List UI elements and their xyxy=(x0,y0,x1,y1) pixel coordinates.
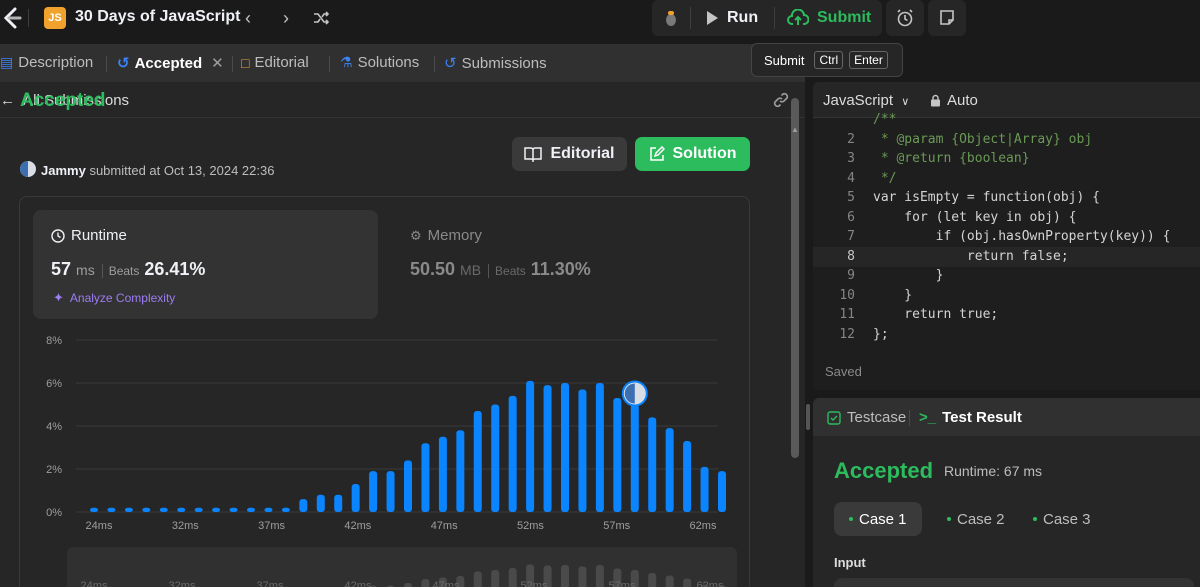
timer-button[interactable] xyxy=(886,0,924,36)
cloud-upload-icon xyxy=(787,9,809,25)
code-line[interactable]: /** xyxy=(813,110,1200,130)
preview-bar xyxy=(648,573,657,587)
panel-scrollbar[interactable] xyxy=(791,98,799,458)
preview-tick-label: 32ms xyxy=(169,580,196,587)
language-label: JavaScript xyxy=(823,92,894,109)
line-code: }; xyxy=(873,326,889,342)
preview-tick-label: 24ms xyxy=(81,580,108,587)
kbd-enter: Enter xyxy=(849,51,888,69)
chart-range-preview: 24ms 32ms 37ms 42ms 47ms 52ms 57ms 62ms xyxy=(81,564,726,587)
line-code: } xyxy=(873,287,913,303)
case-3-tab[interactable]: Case 3 xyxy=(1018,502,1106,536)
code-line[interactable]: 2 * @param {Object|Array} obj xyxy=(813,130,1200,150)
code-line[interactable]: 12}; xyxy=(813,325,1200,345)
line-code: return true; xyxy=(873,307,999,322)
code-line[interactable]: 7 if (obj.hasOwnProperty(key)) { xyxy=(813,227,1200,247)
scroll-up-icon[interactable]: ▲ xyxy=(791,125,799,134)
preview-bar xyxy=(491,570,500,587)
line-number: 3 xyxy=(847,151,855,166)
line-code: if (obj.hasOwnProperty(key)) { xyxy=(873,229,1171,244)
preview-tick-label: 57ms xyxy=(609,580,636,587)
case-1-tab[interactable]: Case 1 xyxy=(834,502,922,536)
code-line[interactable]: 5 var isEmpty = function(obj) { xyxy=(813,188,1200,208)
preview-bar xyxy=(578,566,587,587)
code-line[interactable]: 3 * @return {boolean} xyxy=(813,149,1200,169)
line-number: 4 xyxy=(847,170,855,186)
notes-button[interactable] xyxy=(928,0,966,36)
kbd-ctrl: Ctrl xyxy=(814,51,844,69)
submit-label: Submit xyxy=(817,9,872,26)
line-number: 5 xyxy=(847,190,855,205)
preview-tick-label: 47ms xyxy=(433,580,460,587)
preview-bar xyxy=(561,565,569,587)
lock-icon xyxy=(931,94,940,107)
preview-tick-label: 42ms xyxy=(345,580,372,587)
tab-testcase[interactable]: Testcase xyxy=(827,409,906,426)
language-select[interactable]: JavaScript ∨ xyxy=(823,92,909,109)
mode-label: Auto xyxy=(947,92,978,109)
preview-bar xyxy=(404,583,412,587)
case-2-tab[interactable]: Case 2 xyxy=(932,502,1020,536)
panel-resize-handle[interactable] xyxy=(806,404,810,430)
line-code: var isEmpty = function(obj) { xyxy=(873,190,1100,205)
code-line[interactable]: 8 return false; xyxy=(813,246,1200,267)
line-code: return false; xyxy=(873,248,1069,264)
chevron-down-icon: ∨ xyxy=(901,96,910,108)
preview-tick-label: 52ms xyxy=(521,580,548,587)
line-code: } xyxy=(873,268,944,283)
tooltip-label: Submit xyxy=(764,52,805,68)
case-label: Case 3 xyxy=(1043,510,1091,528)
code-line[interactable]: 10 } xyxy=(813,286,1200,306)
line-number: 9 xyxy=(847,268,855,283)
line-code: /** xyxy=(873,112,897,127)
code-line[interactable]: 11 return true; xyxy=(813,305,1200,325)
code-line[interactable]: 4 */ xyxy=(813,169,1200,189)
code-line[interactable]: 9 } xyxy=(813,266,1200,286)
test-result-label: Test Result xyxy=(942,409,1022,426)
checkbox-icon xyxy=(827,410,841,425)
line-number: 8 xyxy=(847,248,855,264)
line-code: */ xyxy=(873,170,897,186)
input-label: Input xyxy=(834,555,866,570)
submit-button[interactable]: Submit xyxy=(787,0,871,36)
preview-bar xyxy=(665,575,674,587)
line-code: * @return {boolean} xyxy=(873,151,1030,166)
line-number: 2 xyxy=(847,131,855,147)
preview-bar xyxy=(421,579,430,587)
note-icon xyxy=(940,10,954,25)
code-editor-panel: JavaScript ∨ Auto /** 2 * @param {Object|… xyxy=(813,82,1200,390)
saved-status: Saved xyxy=(825,364,862,379)
preview-bar xyxy=(683,578,692,587)
preview-bar xyxy=(508,568,517,587)
alarm-clock-icon xyxy=(897,9,913,27)
terminal-icon: >_ xyxy=(919,409,937,426)
case-label: Case 1 xyxy=(859,510,907,528)
test-result-panel: Testcase >_ Test Result Accepted Runtime… xyxy=(813,398,1200,587)
preview-bar xyxy=(595,565,604,587)
line-number: 12 xyxy=(839,326,855,342)
result-runtime: Runtime: 67 ms xyxy=(944,463,1043,479)
code-line[interactable]: 6 for (let key in obj) { xyxy=(813,208,1200,228)
line-number: 6 xyxy=(847,209,855,225)
preview-tick-label: 37ms xyxy=(257,580,284,587)
tab-test-result[interactable]: >_ Test Result xyxy=(919,409,1022,426)
result-status: Accepted xyxy=(834,458,934,483)
line-number: 10 xyxy=(839,287,855,303)
preview-bar xyxy=(473,571,482,587)
auto-mode-toggle[interactable]: Auto xyxy=(930,92,978,109)
input-value-box xyxy=(834,578,1194,587)
line-number: 11 xyxy=(839,307,855,322)
line-code: * @param {Object|Array} obj xyxy=(873,131,1093,147)
line-number: 7 xyxy=(847,229,855,244)
line-code: for (let key in obj) { xyxy=(873,209,1077,225)
testcase-label: Testcase xyxy=(847,409,907,426)
preview-tick-label: 62ms xyxy=(697,580,724,587)
case-label: Case 2 xyxy=(957,510,1005,528)
submit-shortcut-tooltip: Submit Ctrl Enter xyxy=(751,43,903,77)
result-tabbar: Testcase >_ Test Result xyxy=(813,398,1200,436)
